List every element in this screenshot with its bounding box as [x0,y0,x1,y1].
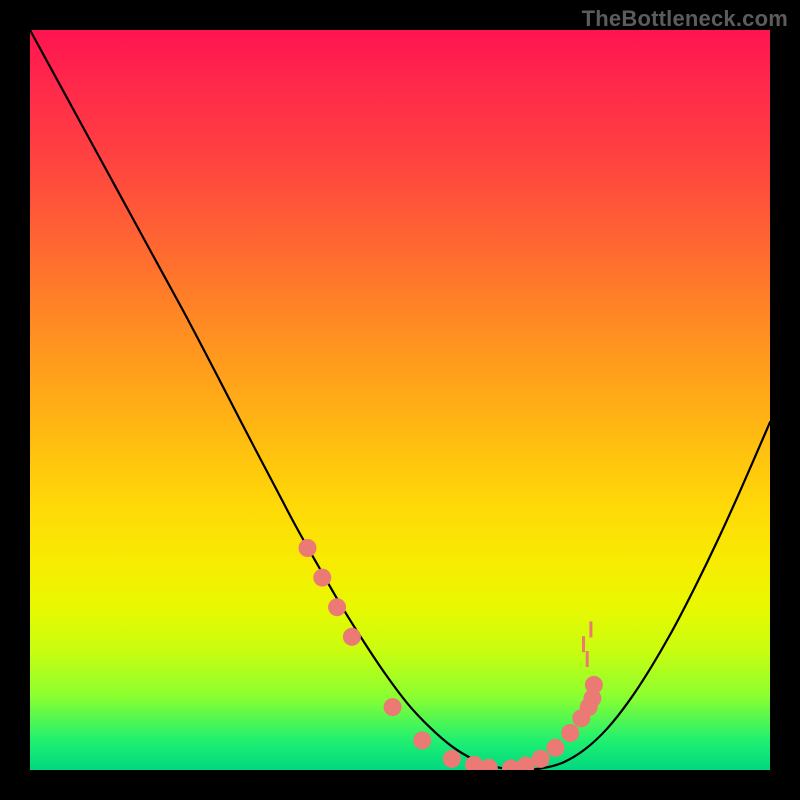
curve-minor-markers-group [582,621,592,667]
curve-marker [343,628,361,646]
curve-marker [532,750,550,768]
curve-minor-marker [589,621,592,637]
curve-marker [561,724,579,742]
curve-marker [299,539,317,557]
curve-marker [443,750,461,768]
curve-markers-group [299,539,603,770]
curve-marker [313,569,331,587]
curve-marker [413,731,431,749]
curve-marker [328,598,346,616]
curve-marker [585,676,603,694]
bottleneck-curve [30,30,770,770]
curve-layer [30,30,770,770]
plot-area [30,30,770,770]
curve-minor-marker [582,636,585,652]
curve-marker [546,739,564,757]
curve-marker [384,698,402,716]
curve-minor-marker [586,651,589,667]
curve-marker [480,759,498,770]
watermark-text: TheBottleneck.com [582,6,788,32]
chart-frame: TheBottleneck.com [0,0,800,800]
